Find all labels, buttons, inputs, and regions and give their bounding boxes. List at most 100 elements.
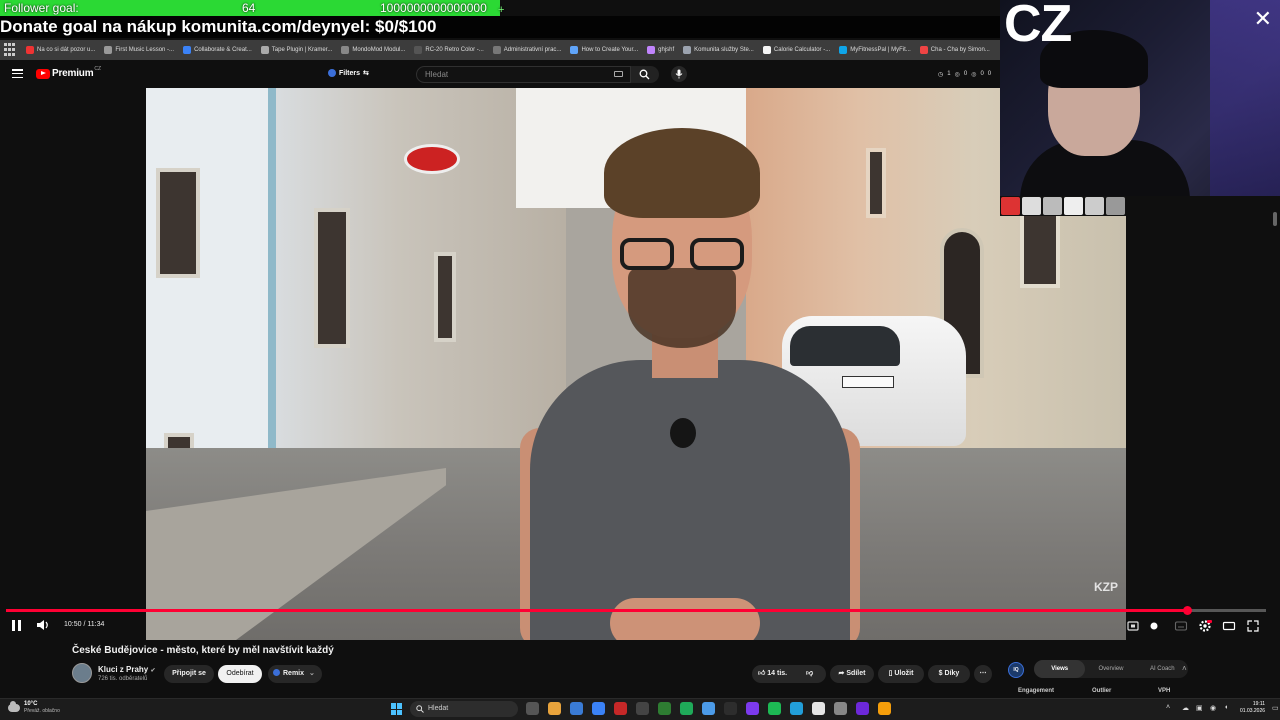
tray-cloud-icon[interactable]: ☁	[1182, 704, 1189, 712]
app-icon[interactable]	[878, 702, 891, 715]
theater-mode-icon[interactable]	[1222, 619, 1236, 633]
fullscreen-icon[interactable]	[1246, 619, 1260, 633]
remix-button[interactable]: Remix ⌄	[268, 665, 322, 683]
more-actions-button[interactable]: ⋯	[974, 665, 992, 683]
windows-start-icon[interactable]	[391, 703, 403, 715]
tab-ai-coach[interactable]: AI Coach	[1137, 660, 1188, 678]
channel-name[interactable]: Kluci z Prahy ✔	[98, 665, 156, 674]
miniplayer-toggle-icon[interactable]	[1126, 619, 1140, 633]
discord-icon[interactable]	[746, 702, 759, 715]
bookmark-item[interactable]: Tape Plugin | Kramer...	[260, 46, 333, 54]
notion-icon[interactable]	[812, 702, 825, 715]
thanks-button[interactable]: $ Díky	[928, 665, 970, 683]
app-icon[interactable]	[636, 702, 649, 715]
taskbar-search[interactable]: Hledat	[410, 701, 518, 717]
tab-overview[interactable]: Overview	[1085, 660, 1136, 678]
bookmark-favicon-icon	[104, 46, 113, 54]
volume-icon[interactable]	[36, 619, 50, 631]
bookmark-item[interactable]: First Music Lesson -...	[104, 46, 174, 54]
filters-button[interactable]: Filters ⇆	[328, 69, 369, 77]
insights-badge[interactable]: IQ	[1008, 662, 1024, 678]
bookmark-item[interactable]: Komunita služby Ste...	[683, 46, 754, 54]
file-explorer-icon[interactable]	[548, 702, 561, 715]
telegram-icon[interactable]	[790, 702, 803, 715]
bookmark-label: RC-20 Retro Color -...	[425, 47, 484, 53]
dislike-button[interactable]: 👎︎	[806, 665, 813, 683]
speaker-icon[interactable]: ◖	[1224, 704, 1228, 711]
network-icon[interactable]: ▣	[1196, 704, 1203, 712]
channel-name-text: Kluci z Prahy	[98, 665, 149, 674]
bookmark-item[interactable]: Calorie Calculator -...	[762, 46, 830, 54]
country-label: CZ	[1004, 0, 1072, 53]
notification-icon[interactable]: ▭	[1272, 704, 1279, 712]
epic-icon[interactable]	[724, 702, 737, 715]
app-icon[interactable]	[614, 702, 627, 715]
store-icon[interactable]	[570, 702, 583, 715]
subtitles-icon[interactable]	[1174, 619, 1188, 633]
steam-icon[interactable]	[702, 702, 715, 715]
xbox-icon[interactable]	[680, 702, 693, 715]
bookmark-favicon-icon	[839, 46, 848, 54]
bookmark-item[interactable]: Na co si dát pozor u...	[26, 46, 95, 54]
join-button[interactable]: Připojit se	[164, 665, 214, 683]
video-presenter	[520, 128, 860, 640]
apps-grid-icon[interactable]	[4, 43, 18, 57]
channel-avatar[interactable]	[72, 663, 92, 683]
bookmark-list: Na co si dát pozor u... First Music Lesso…	[26, 46, 999, 54]
logo-region: CZ	[94, 65, 102, 72]
system-clock[interactable]: 19:11 01.03.2026	[1240, 701, 1265, 715]
bookmark-item[interactable]: Collaborate & Creat...	[183, 46, 252, 54]
app-icon[interactable]	[856, 702, 869, 715]
wifi-icon[interactable]: ◉	[1210, 704, 1216, 712]
scrollbar-thumb[interactable]	[1273, 212, 1277, 226]
follower-goal-target: 1000000000000000	[380, 1, 487, 15]
bookmark-label: Tape Plugin | Kramer...	[271, 47, 333, 53]
autoplay-toggle-icon[interactable]	[1147, 619, 1161, 633]
progress-bar[interactable]	[6, 606, 1266, 615]
subscribe-button[interactable]: Odebírat	[218, 665, 262, 683]
collapse-icon[interactable]: ˄	[1182, 664, 1187, 673]
settings-icon[interactable]	[834, 702, 847, 715]
search-icon	[416, 705, 424, 713]
bookmark-item[interactable]: Administrativní prac...	[492, 46, 561, 54]
bookmark-item[interactable]: MyFitnessPal | MyFit...	[839, 46, 911, 54]
nvidia-icon[interactable]	[658, 702, 671, 715]
tray-chevron-icon[interactable]: ˄	[1166, 704, 1170, 711]
search-input[interactable]: Hledat	[416, 66, 631, 83]
counter-value: 1	[947, 71, 951, 77]
bookmark-item[interactable]: RC-20 Retro Color -...	[414, 46, 484, 54]
bookmark-favicon-icon	[919, 46, 928, 54]
counter-value: 0	[980, 71, 984, 77]
follower-goal-label: Follower goal:	[4, 1, 79, 15]
share-button[interactable]: ➦ Sdílet	[830, 665, 874, 683]
youtube-premium-logo[interactable]: Premium CZ	[36, 65, 102, 79]
voice-search-button[interactable]	[671, 66, 687, 82]
pause-button[interactable]	[12, 620, 21, 631]
keyboard-icon[interactable]	[614, 71, 623, 77]
task-view-icon[interactable]	[526, 702, 539, 715]
settings-gear-icon[interactable]	[1198, 619, 1212, 633]
bookmark-item[interactable]: MondoMod Modul...	[341, 46, 405, 54]
save-button[interactable]: ▯ Uložit	[878, 665, 924, 683]
search-button[interactable]	[631, 66, 659, 83]
menu-icon[interactable]	[12, 69, 23, 78]
bookmark-item[interactable]: ghjshf	[647, 46, 674, 54]
insights-tabs: Views Overview AI Coach	[1034, 660, 1188, 678]
video-player[interactable]: KZP	[146, 88, 1126, 640]
bookmark-favicon-icon	[762, 46, 771, 54]
age-18-icon	[1001, 197, 1020, 215]
bookmark-favicon-icon	[414, 46, 423, 54]
more-dots-icon: ⋯	[979, 670, 987, 677]
video-window	[314, 208, 350, 348]
bookmark-label: Collaborate & Creat...	[194, 47, 252, 53]
like-button[interactable]: 👍︎ 14 tis.	[758, 670, 787, 677]
chrome-icon[interactable]	[592, 702, 605, 715]
tab-views[interactable]: Views	[1034, 660, 1086, 678]
bookmark-label: MyFitnessPal | MyFit...	[850, 47, 911, 53]
weather-widget[interactable]: 10°C Převáž. oblačno	[8, 701, 60, 715]
bookmark-item[interactable]: Cha - Cha by Simon...	[919, 46, 990, 54]
emote-strip	[1000, 196, 1126, 216]
youtube-play-icon	[36, 68, 50, 79]
bookmark-item[interactable]: How to Create Your...	[570, 46, 638, 54]
spotify-icon[interactable]	[768, 702, 781, 715]
